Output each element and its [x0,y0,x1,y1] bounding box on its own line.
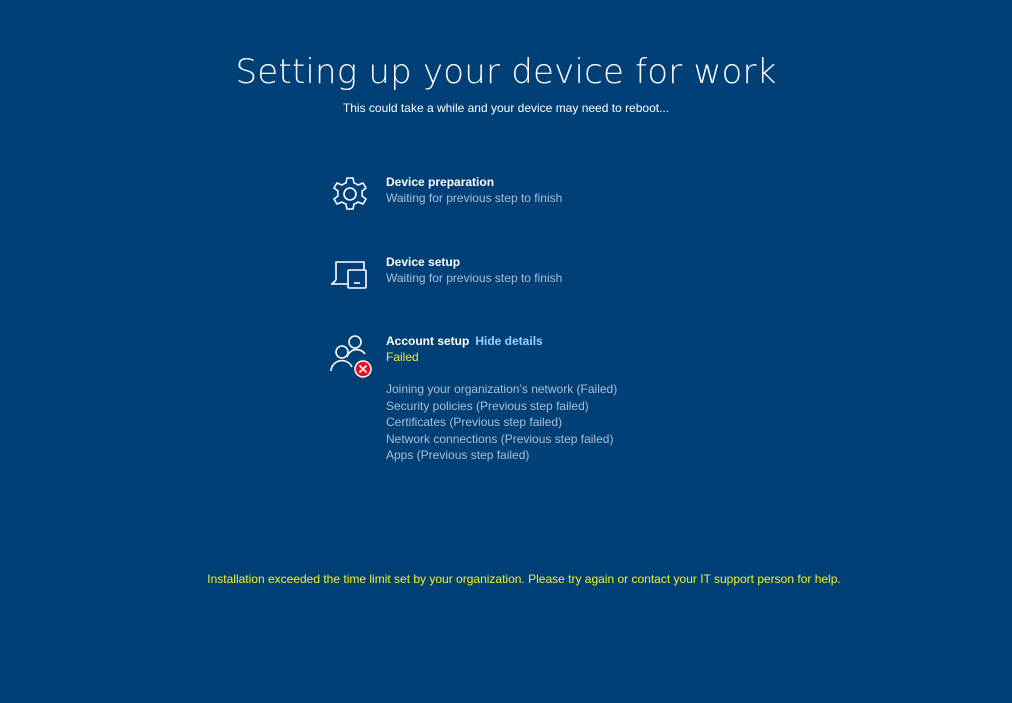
step-title: Account setup [386,334,470,348]
step-status-failed: Failed [386,350,419,364]
step-title: Device preparation [386,175,495,189]
autopilot-esp-screen: Setting up your device for work This cou… [0,0,1012,703]
hide-details-link[interactable]: Hide details [475,334,542,348]
step-status: Waiting for previous step to finish [386,271,563,285]
step-status: Waiting for previous step to finish [386,191,563,205]
device-icon [328,254,372,298]
error-message: Installation exceeded the time limit set… [207,572,841,586]
detail-item: Certificates (Previous step failed) [386,415,563,429]
page-subtitle: This could take a while and your device … [342,101,670,115]
step-title: Device setup [386,255,461,269]
account-setup-details: Joining your organization’s network (Fai… [386,381,746,464]
detail-item: Network connections (Previous step faile… [386,431,614,446]
page-title: Setting up your device for work [235,52,777,92]
account-error-icon [328,333,372,378]
gear-icon [328,174,372,218]
detail-item: Security policies (Previous step failed) [386,398,589,413]
detail-item: Apps (Previous step failed) [386,448,530,462]
detail-item: Joining your organization’s network (Fai… [386,382,618,396]
